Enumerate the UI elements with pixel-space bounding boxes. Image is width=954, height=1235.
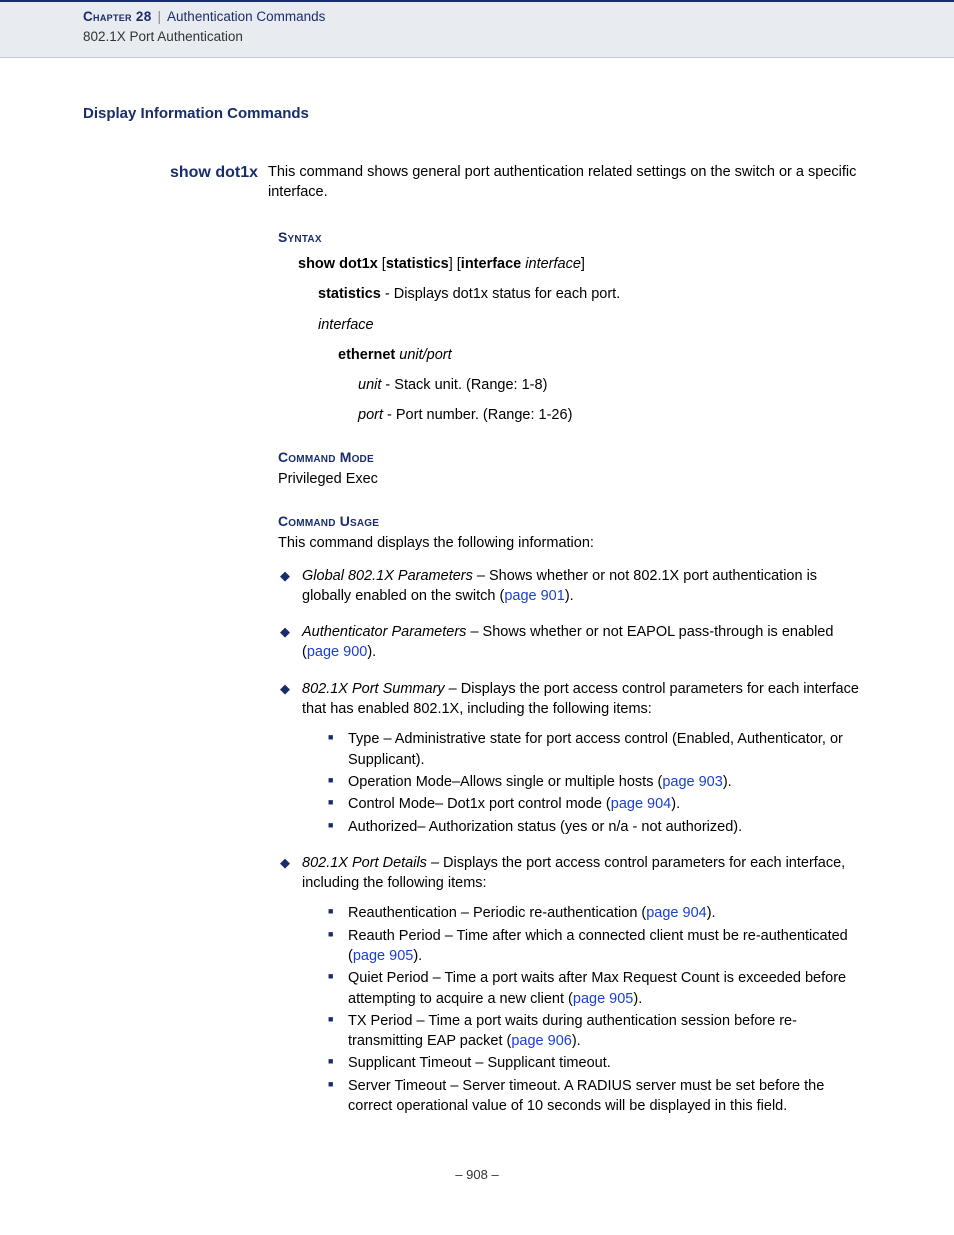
sub-text: Supplicant Timeout – Supplicant timeout. [348, 1055, 611, 1071]
unit-label: unit [358, 377, 381, 393]
usage-item: 802.1X Port Summary – Displays the port … [278, 679, 861, 837]
syntax-opt-interface: interface [461, 256, 521, 272]
page-link[interactable]: page 900 [307, 644, 367, 660]
command-description: This command shows general port authenti… [268, 162, 871, 203]
usage-item-tail: ). [565, 588, 574, 604]
command-mode-text: Privileged Exec [278, 469, 861, 489]
sub-text: Type – Administrative state for port acc… [348, 731, 843, 767]
bracket: ] [ [449, 256, 461, 272]
eth-arg: unit/port [399, 347, 451, 363]
stat-label: statistics [318, 286, 381, 302]
sub-text: Server Timeout – Server timeout. A RADIU… [348, 1078, 824, 1114]
pipe-separator: | [158, 9, 162, 24]
page-link[interactable]: page 904 [646, 905, 706, 921]
page-link[interactable]: page 903 [662, 774, 722, 790]
chapter-label: Chapter 28 [83, 9, 152, 24]
chapter-subtitle: 802.1X Port Authentication [83, 28, 894, 47]
usage-item-title: 802.1X Port Details [302, 855, 427, 871]
syntax-cmd: show dot1x [298, 256, 378, 272]
page-body: Display Information Commands show dot1x … [0, 58, 954, 1225]
syntax-ethernet-row: ethernet unit/port [338, 345, 861, 365]
page-link[interactable]: page 905 [353, 948, 413, 964]
usage-sub-item: Reauthentication – Periodic re-authentic… [326, 903, 861, 923]
syntax-arg-interface: interface [525, 256, 581, 272]
syntax-statistics-row: statistics - Displays dot1x status for e… [318, 284, 861, 304]
page-link[interactable]: page 904 [611, 796, 671, 812]
usage-sub-item: Quiet Period – Time a port waits after M… [326, 968, 861, 1009]
usage-sub-item: Authorized– Authorization status (yes or… [326, 817, 861, 837]
sub-text: Control Mode– Dot1x port control mode ( [348, 796, 611, 812]
usage-sublist: Reauthentication – Periodic re-authentic… [326, 903, 861, 1116]
eth-label: ethernet [338, 347, 395, 363]
usage-sub-item: Supplicant Timeout – Supplicant timeout. [326, 1053, 861, 1073]
sub-tail: ). [723, 774, 732, 790]
sub-tail: ). [633, 991, 642, 1007]
page-number: – 908 – [83, 1166, 871, 1184]
chapter-line: Chapter 28 | Authentication Commands [83, 8, 894, 27]
usage-sub-item: Type – Administrative state for port acc… [326, 729, 861, 770]
syntax-unit-row: unit - Stack unit. (Range: 1-8) [358, 375, 861, 395]
chapter-title: Authentication Commands [167, 9, 325, 24]
syntax-line: show dot1x [statistics] [interface inter… [298, 254, 861, 274]
usage-sub-item: Server Timeout – Server timeout. A RADIU… [326, 1076, 861, 1117]
usage-sub-item: Control Mode– Dot1x port control mode (p… [326, 794, 861, 814]
usage-intro: This command displays the following info… [278, 533, 861, 553]
sub-text: Authorized– Authorization status (yes or… [348, 819, 742, 835]
command-mode-heading: Command Mode [278, 448, 861, 468]
page-link[interactable]: page 901 [504, 588, 564, 604]
section-title: Display Information Commands [83, 103, 871, 124]
command-block: show dot1x This command shows general po… [83, 162, 871, 203]
syntax-interface-row: interface [318, 315, 861, 335]
usage-item-title: 802.1X Port Summary [302, 681, 445, 697]
usage-item: 802.1X Port Details – Displays the port … [278, 853, 861, 1117]
content-area: Syntax show dot1x [statistics] [interfac… [278, 228, 871, 1116]
usage-item-tail: ). [367, 644, 376, 660]
usage-item-title: Global 802.1X Parameters [302, 568, 473, 584]
usage-item-title: Authenticator Parameters [302, 624, 466, 640]
syntax-heading: Syntax [278, 228, 861, 248]
usage-sub-item: Operation Mode–Allows single or multiple… [326, 772, 861, 792]
page-link[interactable]: page 905 [573, 991, 633, 1007]
port-label: port [358, 407, 383, 423]
usage-sublist: Type – Administrative state for port acc… [326, 729, 861, 836]
bracket: ] [581, 256, 585, 272]
unit-desc: - Stack unit. (Range: 1-8) [381, 377, 547, 393]
sub-tail: ). [671, 796, 680, 812]
usage-list: Global 802.1X Parameters – Shows whether… [278, 566, 861, 1117]
usage-heading: Command Usage [278, 512, 861, 532]
sub-text: Reauth Period – Time after which a conne… [348, 928, 848, 964]
usage-sub-item: Reauth Period – Time after which a conne… [326, 926, 861, 967]
page-link[interactable]: page 906 [511, 1033, 571, 1049]
sub-text: Reauthentication – Periodic re-authentic… [348, 905, 646, 921]
port-desc: - Port number. (Range: 1-26) [383, 407, 572, 423]
syntax-port-row: port - Port number. (Range: 1-26) [358, 405, 861, 425]
usage-item: Global 802.1X Parameters – Shows whether… [278, 566, 861, 607]
stat-desc: - Displays dot1x status for each port. [381, 286, 620, 302]
sub-tail: ). [413, 948, 422, 964]
sub-tail: ). [572, 1033, 581, 1049]
sub-text: Operation Mode–Allows single or multiple… [348, 774, 662, 790]
usage-sub-item: TX Period – Time a port waits during aut… [326, 1011, 861, 1052]
sub-tail: ). [707, 905, 716, 921]
usage-item: Authenticator Parameters – Shows whether… [278, 622, 861, 663]
command-name: show dot1x [170, 164, 258, 181]
page-header: Chapter 28 | Authentication Commands 802.1… [0, 0, 954, 58]
syntax-opt-statistics: statistics [386, 256, 449, 272]
